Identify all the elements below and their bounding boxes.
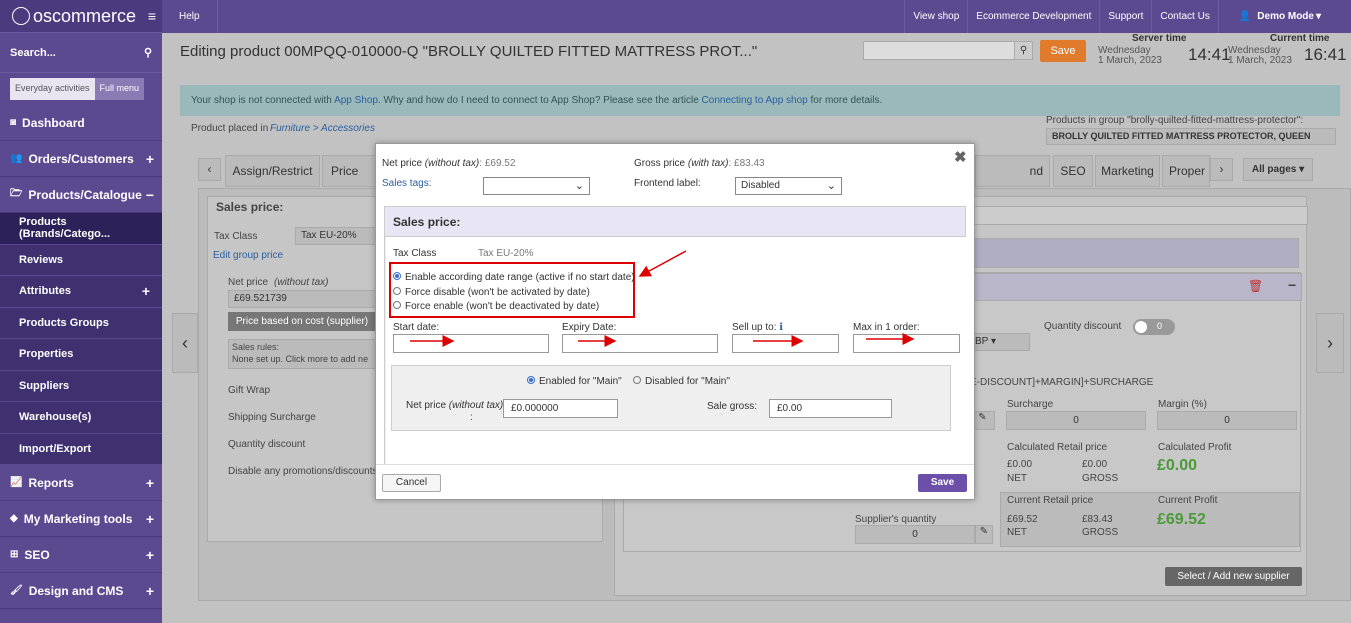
arrow-radios (638, 250, 687, 277)
annotation-arrows (410, 250, 915, 347)
sales-price-modal: Net price (without tax): £69.52 Gross pr… (375, 143, 975, 500)
